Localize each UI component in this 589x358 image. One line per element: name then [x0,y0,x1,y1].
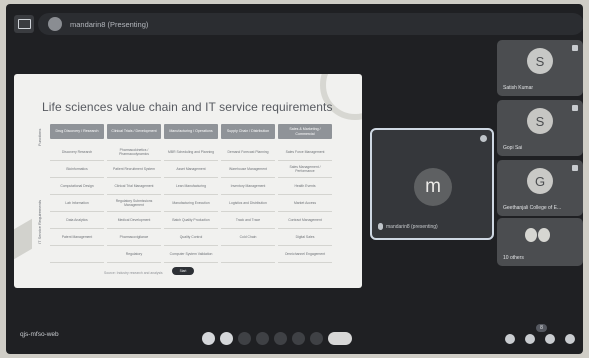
participant-name: Satish Kumar [503,85,534,91]
table-cell: Quality Control [164,229,218,246]
avatar: S [527,48,553,74]
participant-name: Geethanjali College of E... [503,205,562,211]
screen-share-button[interactable] [14,15,34,33]
presenter-icon [48,17,62,31]
avatar: S [527,108,553,134]
more-options-button[interactable] [310,332,323,345]
header-cell: Drug Discovery / Research [50,124,104,139]
mic-off-icon [572,105,578,111]
chat-icon[interactable] [545,334,555,344]
table-cell [50,246,104,263]
emoji-button[interactable] [256,332,269,345]
table-cell: Manufacturing Execution [164,195,218,212]
table-cell: Patent Management [50,229,104,246]
participant-tile[interactable]: G Geethanjali College of E... [497,160,583,216]
table-cell: Inventory Management [221,178,275,195]
table-cell: Pharmacokinetics / Pharmacodynamics [107,144,161,161]
participant-name: 10 others [503,255,524,261]
table-cell: Regulatory [107,246,161,263]
slide-footer: Source: Industry research and analysis [104,271,163,275]
header-cell: Clinical Trials / Development [107,124,161,139]
table-cell: Bioinformatics [50,161,104,178]
table-cell: Market Access [278,195,332,212]
table-cell: Track and Trace [221,212,275,229]
side-actions [505,334,575,344]
table-cell: Computer System Validation [164,246,218,263]
table-cell: Batch Quality Production [164,212,218,229]
avatar: m [414,168,452,206]
table-cell: Warehouse Management [221,161,275,178]
people-icon[interactable] [525,334,535,344]
header-cell: Manufacturing / Operations [164,124,218,139]
table-cell: Discovery Research [50,144,104,161]
present-button[interactable] [274,332,287,345]
table-cell: Clinical Trial Management [107,178,161,195]
screen-icon [18,19,31,29]
meeting-window: mandarin8 (Presenting) Life sciences val… [6,4,583,354]
mic-icon [378,223,383,230]
table-cell: Digital Sales [278,229,332,246]
activities-icon[interactable] [565,334,575,344]
call-controls [202,332,352,345]
table-cell: Contract Management [278,212,332,229]
raise-hand-button[interactable] [292,332,305,345]
table-cell: Data Analytics [50,212,104,229]
mic-off-icon [572,165,578,171]
table-cell: Demand Forecast Planning [221,144,275,161]
table-cell: Sales Management / Performance [278,161,332,178]
table-cell: Patient Recruitment System [107,161,161,178]
mic-button[interactable] [202,332,215,345]
header-cell: Supply Chain / Distribution [221,124,275,139]
slide-button[interactable]: Start [172,267,194,275]
table-cell: Health Events [278,178,332,195]
table-cell: Omnichannel Engagement [278,246,332,263]
table-cell: Lab Information [50,195,104,212]
camera-button[interactable] [220,332,233,345]
mic-off-icon [572,45,578,51]
more-options-icon[interactable] [480,135,487,142]
shared-slide: Life sciences value chain and IT service… [14,74,362,288]
table-cell: Computational Design [50,178,104,195]
speaker-name: mandarin8 (presenting) [386,224,438,230]
meeting-code: qjs-mfso-web [20,331,59,338]
table-cell: Regulatory Submissions Management [107,195,161,212]
end-call-button[interactable] [328,332,352,345]
slide-title: Life sciences value chain and IT service… [42,100,333,114]
side-label-functions: Functions [37,128,42,146]
avatar: G [527,168,553,194]
table-cell: Cold Chain [221,229,275,246]
table-cell [221,246,275,263]
captions-button[interactable] [238,332,251,345]
participant-tile[interactable]: S Satish Kumar [497,40,583,96]
table-cell: MBR Scheduling and Planning [164,144,218,161]
participant-tile-others[interactable]: 10 others [497,218,583,266]
presenting-banner: mandarin8 (Presenting) [38,13,583,35]
table-cell: Medical Development [107,212,161,229]
active-speaker-tile[interactable]: m mandarin8 (presenting) [370,128,494,240]
table-cell: Logistics and Distribution [221,195,275,212]
participant-count-badge: 8 [536,324,547,332]
participant-tile[interactable]: S Gopi Sai [497,100,583,156]
table-cell: Asset Management [164,161,218,178]
participant-name: Gopi Sai [503,145,523,151]
requirements-table: Discovery Research Pharmacokinetics / Ph… [50,144,332,263]
side-label-it-requirements: IT Service Requirements [37,200,42,244]
slide-decoration-stripe [14,218,32,260]
table-header: Drug Discovery / Research Clinical Trial… [50,124,332,139]
table-cell: Lean Manufacturing [164,178,218,195]
presenting-text: mandarin8 (Presenting) [70,19,149,29]
table-cell: Pharmacovigilance [107,229,161,246]
info-icon[interactable] [505,334,515,344]
grouped-avatars [525,228,550,242]
table-cell: Sales Force Management [278,144,332,161]
header-cell: Sales & Marketing / Commercial [278,124,332,139]
